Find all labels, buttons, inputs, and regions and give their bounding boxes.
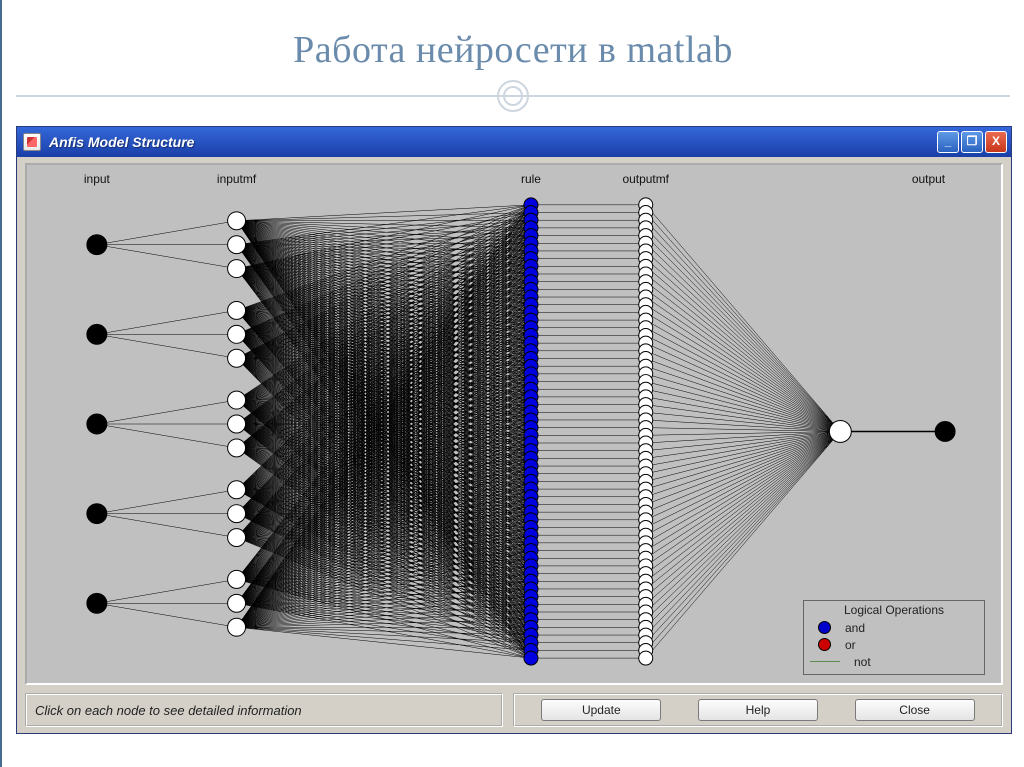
- svg-text:inputmf: inputmf: [217, 172, 257, 186]
- legend-or-swatch: [818, 638, 831, 651]
- legend-not-label: not: [854, 655, 871, 669]
- svg-text:rule: rule: [521, 172, 541, 186]
- legend-and-swatch: [818, 621, 831, 634]
- slide-title: Работа нейросети в matlab: [2, 0, 1024, 80]
- bottom-bar: Click on each node to see detailed infor…: [25, 693, 1003, 727]
- legend-title: Logical Operations: [810, 603, 978, 617]
- update-button[interactable]: Update: [541, 699, 661, 721]
- legend-or-label: or: [845, 638, 856, 652]
- window-close-button[interactable]: X: [985, 131, 1007, 153]
- matlab-icon: [23, 133, 41, 151]
- maximize-button[interactable]: ❐: [961, 131, 983, 153]
- svg-text:output: output: [912, 172, 946, 186]
- svg-text:outputmf: outputmf: [622, 172, 669, 186]
- close-button[interactable]: Close: [855, 699, 975, 721]
- titlebar[interactable]: Anfis Model Structure _ ❐ X: [17, 127, 1011, 157]
- minimize-button[interactable]: _: [937, 131, 959, 153]
- legend-not-swatch: [810, 661, 840, 662]
- legend-and-label: and: [845, 621, 865, 635]
- hint-box: Click on each node to see detailed infor…: [25, 693, 503, 727]
- slide-decoration-circles: [495, 78, 531, 114]
- window-title: Anfis Model Structure: [49, 134, 937, 150]
- network-canvas[interactable]: input inputmf rule outputmf output Logical O…: [25, 163, 1003, 685]
- matlab-window: Anfis Model Structure _ ❐ X input inputmf…: [16, 126, 1012, 734]
- svg-text:input: input: [84, 172, 111, 186]
- help-button[interactable]: Help: [698, 699, 818, 721]
- legend-panel: Logical Operations and or not: [803, 600, 985, 675]
- button-group: Update Help Close: [513, 693, 1003, 727]
